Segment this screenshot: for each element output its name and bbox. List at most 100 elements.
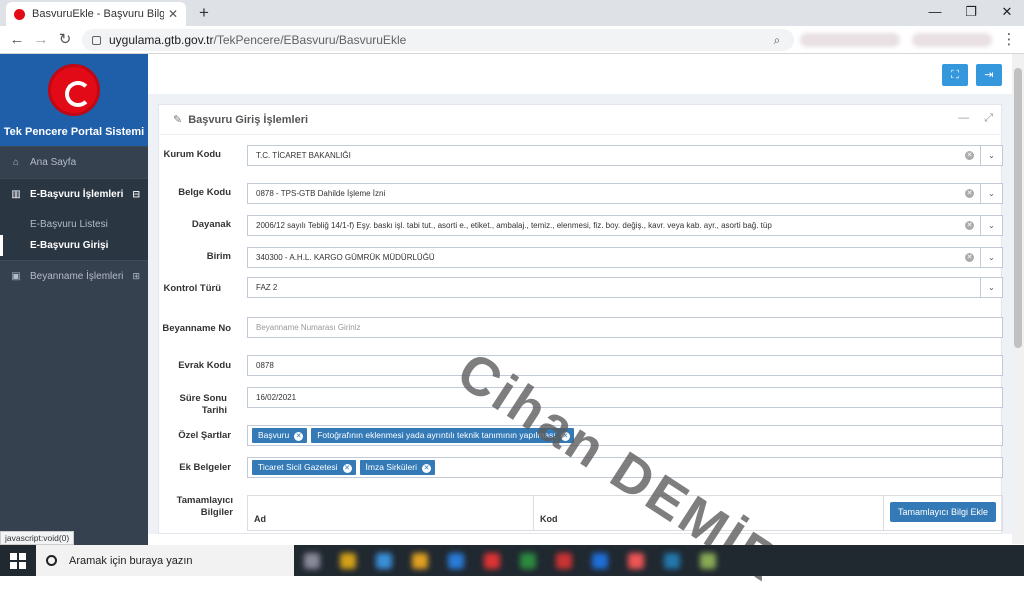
panel-collapse-icon[interactable]: — xyxy=(958,112,969,124)
sidebar-item-label: Ana Sayfa xyxy=(30,157,77,168)
tag-chip: Ticaret Sicil Gazetesi ✕ xyxy=(252,460,356,475)
taskbar-app-icon[interactable] xyxy=(340,553,356,569)
tamamlayici-table: Ad Kod Tamamlayıcı Bilgi Ekle xyxy=(247,495,1003,531)
remove-tag-icon[interactable]: ✕ xyxy=(294,432,304,441)
tag-chip: İmza Sirküleri ✕ xyxy=(359,460,435,475)
logout-icon[interactable]: ⇥ xyxy=(976,64,1002,86)
ministry-logo-icon xyxy=(48,64,100,116)
chevron-down-icon[interactable]: ⌄ xyxy=(980,184,1002,203)
zoom-search-icon[interactable]: ⌕ xyxy=(766,29,788,51)
chevron-down-icon[interactable]: ⌄ xyxy=(980,146,1002,165)
chevron-down-icon[interactable]: ⌄ xyxy=(980,278,1002,297)
sidebar-item-label: Beyanname İşlemleri xyxy=(30,271,124,282)
forward-arrow-icon[interactable]: → xyxy=(30,29,52,51)
taskbar-app-icon[interactable] xyxy=(412,553,428,569)
panel-title: Başvuru Giriş İşlemleri xyxy=(188,113,309,126)
tag-label: Başvuru xyxy=(258,430,290,440)
page-scrollbar[interactable] xyxy=(1012,54,1024,544)
bar-chart-icon: ▥ xyxy=(11,189,21,200)
submenu-item-liste[interactable]: E-Başvuru Listesi xyxy=(0,214,148,235)
dayanak-label: Dayanak xyxy=(191,219,231,230)
close-window-icon[interactable]: ✕ xyxy=(990,0,1024,26)
kurum-label: Kurum Kodu xyxy=(163,149,221,160)
clear-icon[interactable]: ✕ xyxy=(965,151,974,160)
kontrol-value: FAZ 2 xyxy=(256,283,278,292)
url-field[interactable]: uygulama.gtb.gov.tr/TekPencere/EBasvuru/… xyxy=(82,29,794,51)
taskbar-app-icon[interactable] xyxy=(592,553,608,569)
taskbar-app-icon[interactable] xyxy=(664,553,680,569)
submenu-item-giris[interactable]: E-Başvuru Girişi xyxy=(0,235,148,256)
remove-tag-icon[interactable]: ✕ xyxy=(342,464,352,473)
beyanname-label: Beyanname No xyxy=(162,323,231,334)
windows-taskbar: Aramak için buraya yazın xyxy=(0,545,1024,576)
main-content: ⛶ ⇥ ✎ Başvuru Giriş İşlemleri — ⤢ Kurum … xyxy=(148,54,1012,534)
browser-tab[interactable]: BasvuruEkle - Başvuru Bilgi Sisten ✕ xyxy=(6,2,186,26)
ozel-multiselect[interactable]: Başvuru ✕ Fotoğrafının eklenmesi yada ayrı… xyxy=(247,425,1003,446)
belge-label: Belge Kodu xyxy=(178,187,231,198)
e-basvuru-submenu: E-Başvuru Listesi E-Başvuru Girişi xyxy=(0,210,148,260)
home-icon: ⌂ xyxy=(12,157,20,168)
tab-title: BasvuruEkle - Başvuru Bilgi Sisten xyxy=(32,8,164,20)
taskbar-app-icon[interactable] xyxy=(376,553,392,569)
browser-menu-icon[interactable]: ⋮ xyxy=(998,29,1020,51)
table-header: Ad Kod xyxy=(248,496,1002,530)
clear-icon[interactable]: ✕ xyxy=(965,189,974,198)
remove-tag-icon[interactable]: ✕ xyxy=(560,432,570,441)
beyanname-input[interactable]: Beyanname Numarası Giriniz xyxy=(247,317,1003,338)
column-kod: Kod xyxy=(534,496,884,530)
scrollbar-thumb[interactable] xyxy=(1014,68,1022,348)
tab-close-icon[interactable]: ✕ xyxy=(168,7,178,21)
clear-icon[interactable]: ✕ xyxy=(965,253,974,262)
tag-label: İmza Sirküleri xyxy=(365,462,417,472)
back-arrow-icon[interactable]: ← xyxy=(6,29,28,51)
sidebar-item-beyanname[interactable]: ▣ Beyanname İşlemleri ⊞ xyxy=(0,260,148,292)
tamamlayici-label: Tamamlayıcı Bilgiler xyxy=(176,495,233,518)
taskbar-app-icon[interactable] xyxy=(484,553,500,569)
search-icon xyxy=(46,555,57,566)
collapse-icon[interactable]: ⊟ xyxy=(132,189,140,200)
restore-window-icon[interactable]: ❐ xyxy=(954,0,988,26)
kontrol-label: Kontrol Türü xyxy=(163,283,221,294)
ek-multiselect[interactable]: Ticaret Sicil Gazetesi ✕ İmza Sirküleri ✕ xyxy=(247,457,1003,478)
extensions-area xyxy=(800,33,900,47)
browser-tab-bar: BasvuruEkle - Başvuru Bilgi Sisten ✕ + —… xyxy=(0,0,1024,26)
chevron-down-icon[interactable]: ⌄ xyxy=(980,216,1002,235)
taskbar-app-icon[interactable] xyxy=(520,553,536,569)
url-path: /TekPencere/EBasvuru/BasvuruEkle xyxy=(213,33,407,47)
dayanak-value: 2006/12 sayılı Tebliğ 14/1-f) Eşy. baskı… xyxy=(256,221,772,230)
taskbar-app-icon[interactable] xyxy=(448,553,464,569)
ozel-label: Özel Şartlar xyxy=(178,430,231,441)
taskbar-app-icon[interactable] xyxy=(556,553,572,569)
taskbar-app-icon[interactable] xyxy=(304,553,320,569)
birim-select[interactable]: 340300 - A.H.L. KARGO GÜMRÜK MÜDÜRLÜĞÜ ✕… xyxy=(247,247,1003,268)
taskbar-search[interactable]: Aramak için buraya yazın xyxy=(36,545,294,576)
taskbar-app-icon[interactable] xyxy=(700,553,716,569)
tag-chip: Fotoğrafının eklenmesi yada ayrıntılı te… xyxy=(311,428,574,443)
add-tamamlayici-button[interactable]: Tamamlayıcı Bilgi Ekle xyxy=(889,502,996,522)
dayanak-select[interactable]: 2006/12 sayılı Tebliğ 14/1-f) Eşy. baskı… xyxy=(247,215,1003,236)
sure-input[interactable]: 16/02/2021 xyxy=(247,387,1003,408)
expand-icon[interactable]: ⊞ xyxy=(132,271,140,282)
lock-icon xyxy=(92,35,101,45)
clear-icon[interactable]: ✕ xyxy=(965,221,974,230)
new-tab-button[interactable]: + xyxy=(194,2,214,24)
kurum-select[interactable]: T.C. TİCARET BAKANLIĞI ✕ ⌄ xyxy=(247,145,1003,166)
taskbar-app-icon[interactable] xyxy=(628,553,644,569)
site-favicon-icon xyxy=(14,8,25,20)
tag-chip: Başvuru ✕ xyxy=(252,428,308,443)
panel-fullscreen-icon[interactable]: ⤢ xyxy=(984,112,993,124)
sidebar-item-ana-sayfa[interactable]: ⌂ Ana Sayfa xyxy=(0,146,148,178)
kontrol-select[interactable]: FAZ 2 ⌄ xyxy=(247,277,1003,298)
fullscreen-icon[interactable]: ⛶ xyxy=(942,64,968,86)
evrak-input[interactable]: 0878 xyxy=(247,355,1003,376)
minimize-window-icon[interactable]: — xyxy=(918,0,952,26)
belge-select[interactable]: 0878 - TPS-GTB Dahilde İşleme İzni ✕ ⌄ xyxy=(247,183,1003,204)
taskbar-search-placeholder: Aramak için buraya yazın xyxy=(69,554,193,567)
reload-icon[interactable]: ↻ xyxy=(54,29,76,51)
windows-start-icon[interactable] xyxy=(10,553,26,569)
tag-label: Fotoğrafının eklenmesi yada ayrıntılı te… xyxy=(317,430,556,440)
sidebar-item-e-basvuru[interactable]: ▥ E-Başvuru İşlemleri ⊟ xyxy=(0,178,148,210)
chevron-down-icon[interactable]: ⌄ xyxy=(980,248,1002,267)
remove-tag-icon[interactable]: ✕ xyxy=(422,464,431,473)
brand-name: Tek Pencere Portal Sistemi xyxy=(3,126,145,138)
